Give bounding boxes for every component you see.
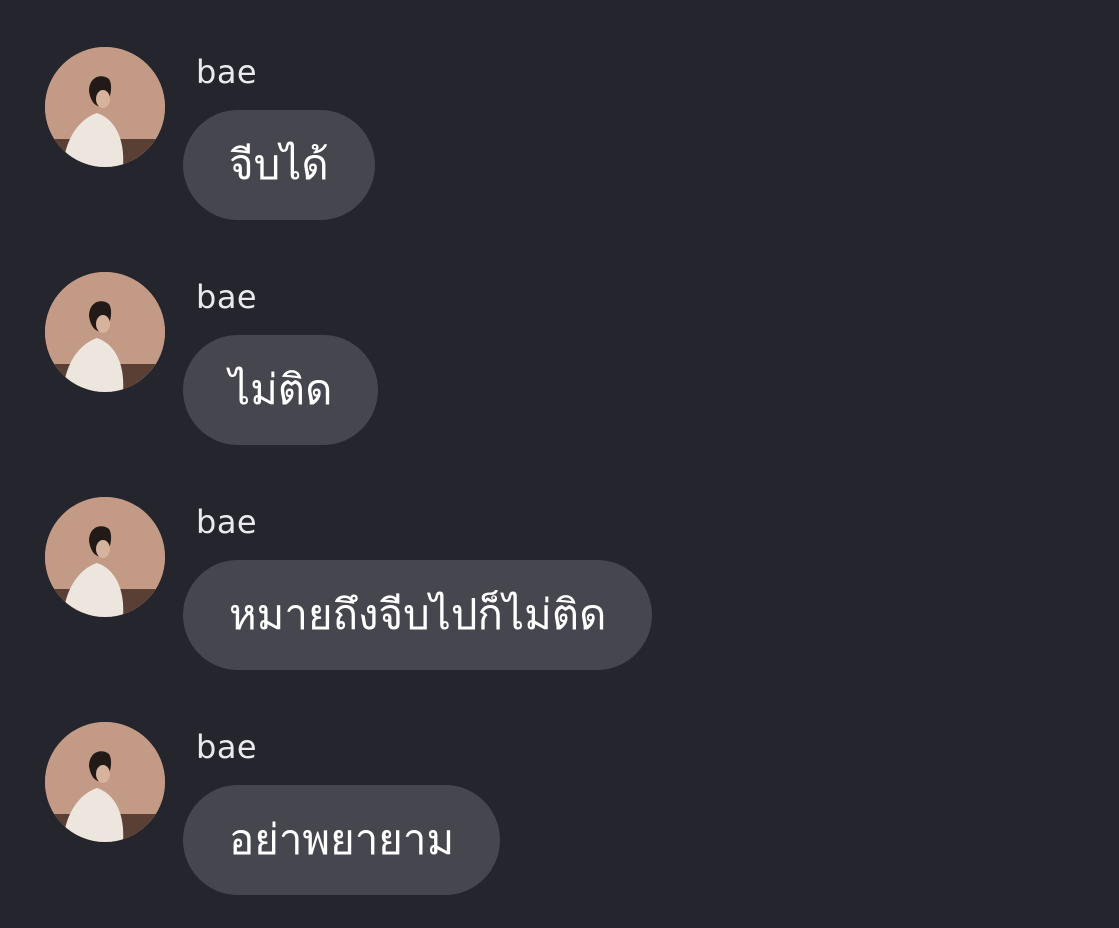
message-row: bae จีบได้	[0, 0, 1119, 225]
avatar-photo	[45, 497, 165, 617]
avatar[interactable]	[45, 722, 165, 842]
avatar-photo	[45, 722, 165, 842]
message-bubble[interactable]: จีบได้	[183, 110, 375, 220]
message-row: bae ไม่ติด	[0, 225, 1119, 450]
avatar-photo	[45, 47, 165, 167]
avatar[interactable]	[45, 497, 165, 617]
message-row: bae อย่าพยายาม	[0, 675, 1119, 900]
chat-thread: bae จีบได้ bae ไม่ติด bae หมายถึงจีบไปก็…	[0, 0, 1119, 928]
avatar[interactable]	[45, 47, 165, 167]
sender-name: bae	[196, 503, 258, 541]
sender-name: bae	[196, 728, 258, 766]
sender-name: bae	[196, 53, 258, 91]
avatar-photo	[45, 272, 165, 392]
message-bubble[interactable]: อย่าพยายาม	[183, 785, 501, 895]
message-bubble[interactable]: หมายถึงจีบไปก็ไม่ติด	[183, 560, 653, 670]
avatar[interactable]	[45, 272, 165, 392]
sender-name: bae	[196, 278, 258, 316]
message-row: bae หมายถึงจีบไปก็ไม่ติด	[0, 450, 1119, 675]
message-bubble[interactable]: ไม่ติด	[183, 335, 379, 445]
